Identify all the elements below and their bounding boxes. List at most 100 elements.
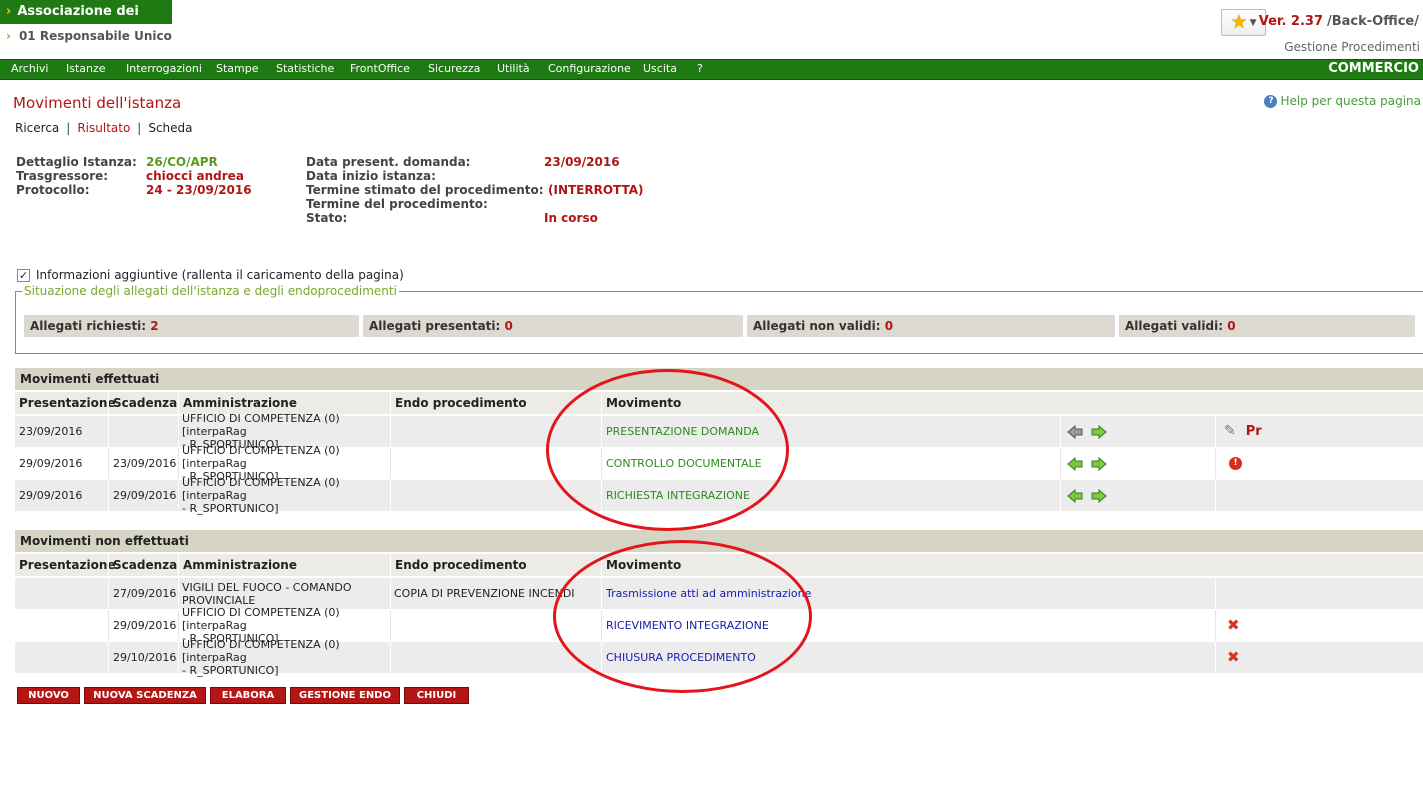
section-movimenti-effettuati: Movimenti effettuati <box>15 368 1423 390</box>
gestione-endo-button[interactable]: GESTIONE ENDO <box>290 687 400 704</box>
cell-scadenza: 29/10/2016 <box>113 651 177 664</box>
cell-presentazione: 29/09/2016 <box>19 489 83 502</box>
detail-label: Stato: <box>306 211 348 225</box>
allegati-summary: Allegati richiesti: 2 Allegati presentat… <box>24 315 1415 337</box>
cell-amministrazione: UFFICIO DI COMPETENZA (0) [interpaRag - R… <box>178 412 390 451</box>
detail-value: 24 - 23/09/2016 <box>146 183 252 197</box>
cell-endo <box>391 448 395 479</box>
table-row[interactable]: 29/09/2016 29/09/2016 UFFICIO DI COMPETE… <box>15 476 1423 515</box>
nav-item-statistiche[interactable]: Statistiche <box>276 62 334 75</box>
col-endo: Endo procedimento <box>395 396 527 410</box>
movimento-link[interactable]: CONTROLLO DOCUMENTALE <box>602 448 762 479</box>
help-icon: ? <box>1264 94 1278 108</box>
nav-item-uscita[interactable]: Uscita <box>643 62 677 75</box>
detail-value: (INTERROTTA) <box>548 183 644 197</box>
row-actions: ! <box>1225 448 1242 479</box>
allegati-richiesti: Allegati richiesti: 2 <box>24 315 359 337</box>
table-row[interactable]: 29/10/2016 UFFICIO DI COMPETENZA (0) [in… <box>15 638 1423 677</box>
movimento-link[interactable]: Trasmissione atti ad amministrazione <box>602 578 811 609</box>
breadcrumb: Ricerca | Risultato | Scheda <box>15 121 193 135</box>
cell-presentazione <box>15 642 19 673</box>
breadcrumb-scheda[interactable]: Scheda <box>148 121 192 135</box>
nav-item-frontoffice[interactable]: FrontOffice <box>350 62 410 75</box>
nav-item-stampe[interactable]: Stampe <box>216 62 259 75</box>
cell-scadenza <box>109 416 113 447</box>
cell-scadenza: 23/09/2016 <box>113 457 177 470</box>
allegati-value: 0 <box>504 319 513 333</box>
arrow-left-icon[interactable] <box>1067 456 1083 471</box>
row-actions: ✎ Pr <box>1220 416 1262 447</box>
main-navbar: Archivi Istanze Interrogazioni Stampe St… <box>0 59 1423 80</box>
nav-item-istanze[interactable]: Istanze <box>66 62 106 75</box>
nav-item-utilita[interactable]: Utilità <box>497 62 530 75</box>
row-arrows <box>1063 448 1115 479</box>
help-link[interactable]: ? Help per questa pagina <box>1264 94 1421 108</box>
nav-item-interrogazioni[interactable]: Interrogazioni <box>126 62 202 75</box>
arrow-left-icon[interactable] <box>1067 424 1083 439</box>
allegati-label: Allegati presentati: <box>369 319 501 333</box>
delete-x-icon[interactable]: ✖ <box>1227 650 1240 665</box>
module-name: Gestione Procedimenti <box>1284 40 1420 54</box>
alert-icon[interactable]: ! <box>1229 457 1242 470</box>
movimento-link[interactable]: RICEVIMENTO INTEGRAZIONE <box>602 610 769 641</box>
movimento-link[interactable]: PRESENTAZIONE DOMANDA <box>602 416 759 447</box>
amministrazione-line: VIGILI DEL FUOCO - COMANDO <box>182 580 352 594</box>
amministrazione-line: UFFICIO DI COMPETENZA (0) [interpaRag <box>182 412 340 438</box>
table-header: Presentazione Scadenza Amministrazione E… <box>15 392 1423 414</box>
cell-amministrazione: VIGILI DEL FUOCO - COMANDO PROVINCIALE <box>178 578 390 609</box>
allegati-label: Allegati non validi: <box>753 319 881 333</box>
nuova-scadenza-button[interactable]: NUOVA SCADENZA <box>84 687 206 704</box>
arrow-right-icon[interactable] <box>1091 488 1107 503</box>
nav-item-archivi[interactable]: Archivi <box>11 62 48 75</box>
app-path: /Back-Office/ <box>1327 14 1419 29</box>
version-number: Ver. 2.37 <box>1258 14 1323 29</box>
amministrazione-line: UFFICIO DI COMPETENZA (0) [interpaRag <box>182 638 340 664</box>
info-aggiuntive-toggle[interactable]: ✓ Informazioni aggiuntive (rallenta il c… <box>17 268 404 282</box>
cell-amministrazione: UFFICIO DI COMPETENZA (0) [interpaRag - R… <box>178 606 390 645</box>
row-actions: ✖ <box>1223 610 1240 641</box>
chevron-right-icon: › <box>6 4 12 19</box>
breadcrumb-risultato[interactable]: Risultato <box>77 121 130 135</box>
cell-presentazione <box>15 578 19 609</box>
chiudi-button[interactable]: CHIUDI <box>404 687 469 704</box>
arrow-right-icon[interactable] <box>1091 456 1107 471</box>
pr-link[interactable]: Pr <box>1246 425 1262 438</box>
col-amministrazione: Amministrazione <box>183 558 297 572</box>
nav-item-sicurezza[interactable]: Sicurezza <box>428 62 480 75</box>
arrow-left-icon[interactable] <box>1067 488 1083 503</box>
table-row[interactable]: 23/09/2016 UFFICIO DI COMPETENZA (0) [in… <box>15 412 1423 451</box>
org-badge[interactable]: › Associazione dei comuni <box>0 0 172 43</box>
cell-amministrazione: UFFICIO DI COMPETENZA (0) [interpaRag - R… <box>178 476 390 515</box>
table-row[interactable]: 27/09/2016 VIGILI DEL FUOCO - COMANDO PRO… <box>15 578 1423 609</box>
info-checkbox[interactable]: ✓ <box>17 268 30 282</box>
amministrazione-line: UFFICIO DI COMPETENZA (0) [interpaRag <box>182 606 340 632</box>
allegati-value: 0 <box>884 319 894 333</box>
amministrazione-line: PROVINCIALE <box>182 593 256 607</box>
allegati-label: Allegati validi: <box>1125 319 1224 333</box>
detail-value: In corso <box>544 211 598 225</box>
allegati-value: 0 <box>1227 319 1236 333</box>
table-row[interactable]: 29/09/2016 UFFICIO DI COMPETENZA (0) [in… <box>15 606 1423 645</box>
row-actions: ✖ <box>1223 642 1240 673</box>
movimento-link[interactable]: RICHIESTA INTEGRAZIONE <box>602 480 750 511</box>
cell-scadenza: 27/09/2016 <box>113 587 177 600</box>
col-amministrazione: Amministrazione <box>183 396 297 410</box>
detail-value: chiocci andrea <box>146 169 244 183</box>
detail-label: Protocollo: <box>16 183 90 197</box>
arrow-right-icon[interactable] <box>1091 424 1107 439</box>
cell-endo <box>391 610 395 641</box>
table-row[interactable]: 29/09/2016 23/09/2016 UFFICIO DI COMPETE… <box>15 444 1423 483</box>
nav-item-configurazione[interactable]: Configurazione <box>548 62 631 75</box>
user-role: › 01 Responsabile Unico <box>6 29 172 43</box>
breadcrumb-ricerca[interactable]: Ricerca <box>15 121 59 135</box>
movimento-link[interactable]: CHIUSURA PROCEDIMENTO <box>602 642 756 673</box>
paperclip-icon[interactable]: ✎ <box>1224 424 1236 438</box>
allegati-label: Allegati richiesti: <box>30 319 147 333</box>
detail-label: Trasgressore: <box>16 169 109 183</box>
detail-value: 23/09/2016 <box>544 155 620 169</box>
delete-x-icon[interactable]: ✖ <box>1227 618 1240 633</box>
nuovo-button[interactable]: NUOVO <box>17 687 80 704</box>
nav-item-help[interactable]: ? <box>697 62 703 75</box>
elabora-button[interactable]: ELABORA <box>210 687 286 704</box>
cell-presentazione: 29/09/2016 <box>19 457 83 470</box>
